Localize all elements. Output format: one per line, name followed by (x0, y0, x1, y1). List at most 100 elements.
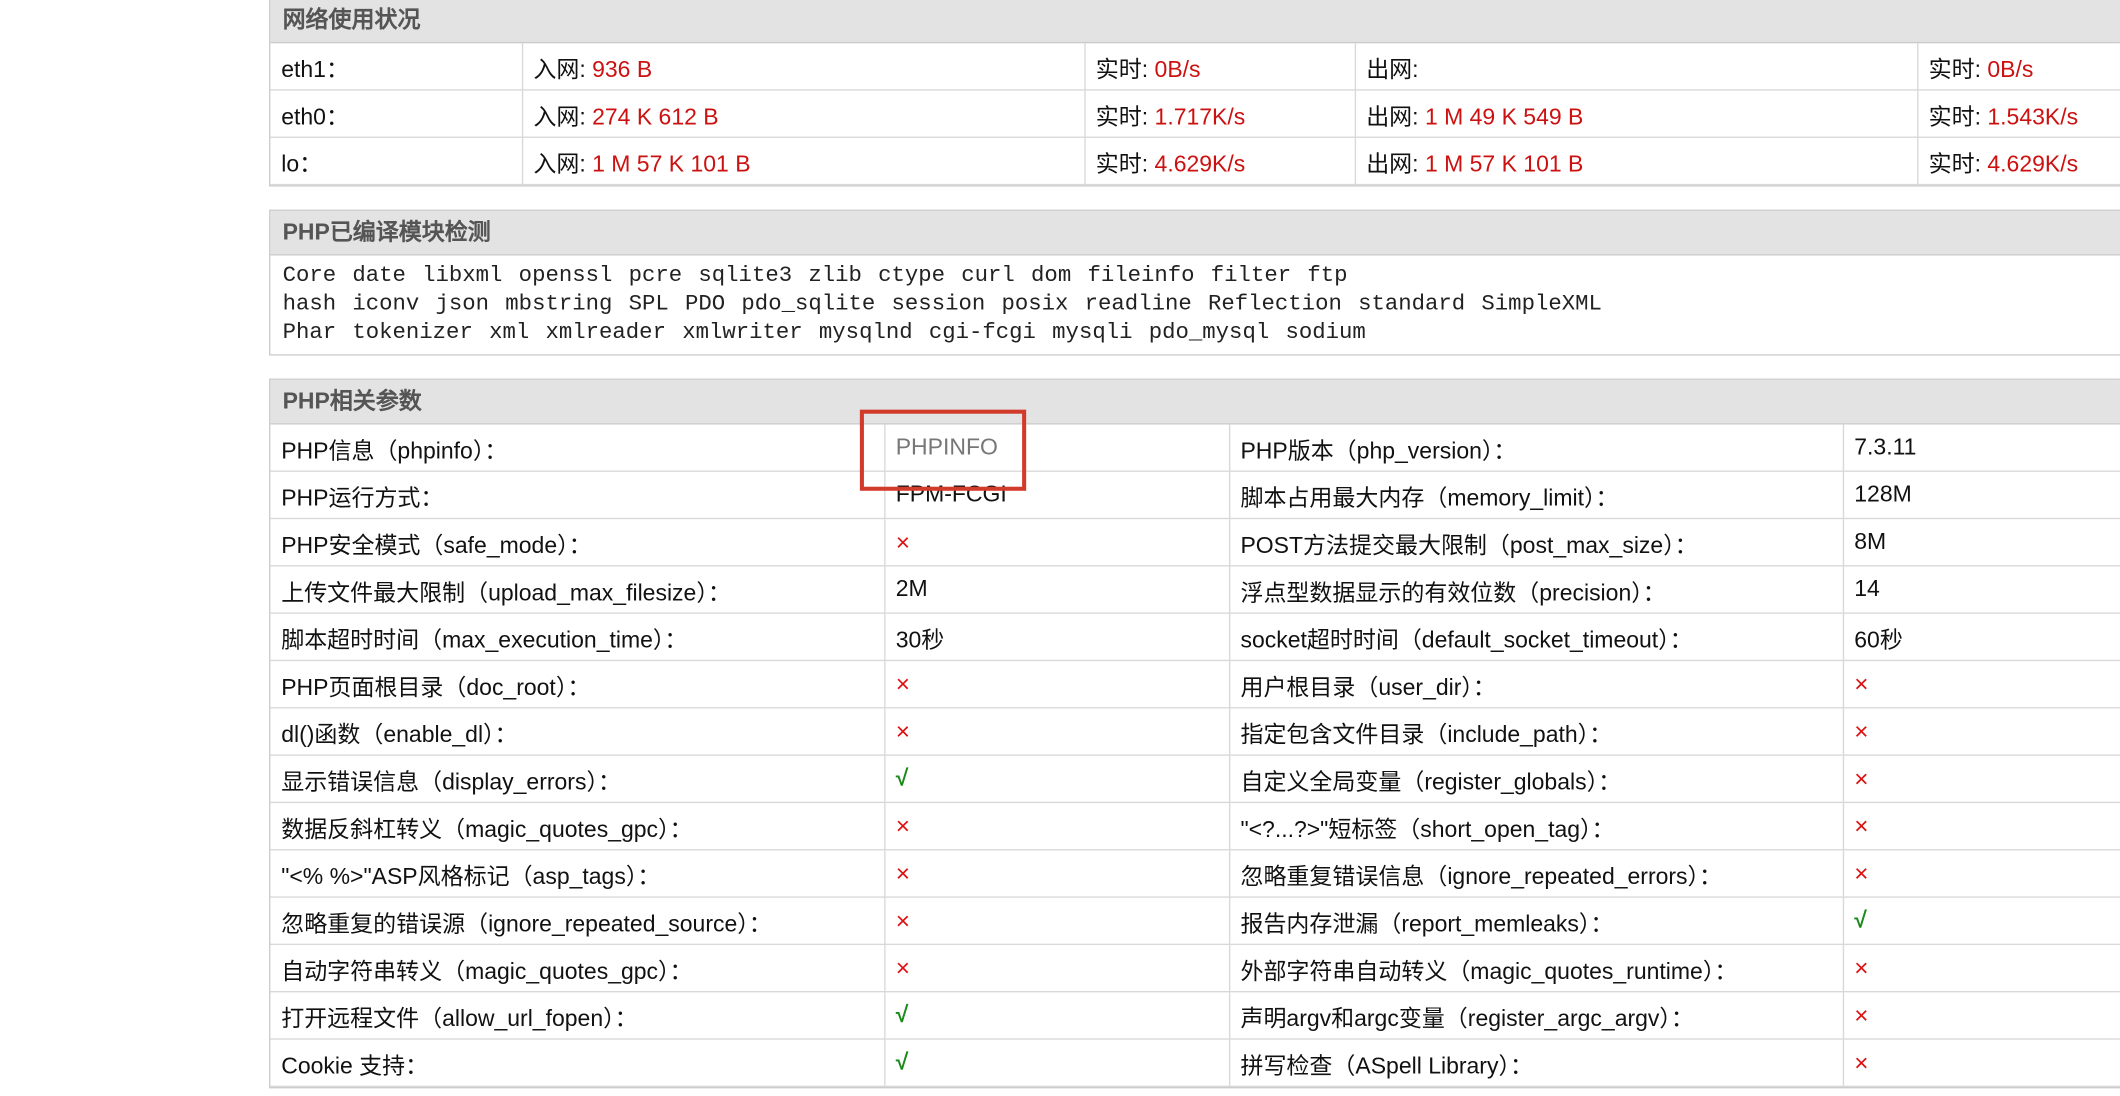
param-row: 忽略重复的错误源（ignore_repeated_source）： × 报告内存泄漏… (270, 896, 2120, 946)
compiled-modules-panel: PHP已编译模块检测 Core date libxml openssl pcre sqli… (269, 209, 2120, 356)
param-label: 外部字符串自动转义（magic_quotes_runtime）： (1228, 943, 1844, 993)
outbound-rate-cell: 实时: 4.629K/s (1916, 136, 2120, 186)
outbound-value: 1 M 49 K 549 B (1424, 103, 1584, 130)
outbound-cell: 出网: (1354, 43, 1918, 91)
module-name: Reflection (1207, 290, 1342, 317)
param-row: 自动字符串转义（magic_quotes_gpc）： × 外部字符串自动转义（mag… (270, 943, 2120, 993)
check-icon: √ (1854, 907, 1867, 933)
outbound-rate-label: 实时: (1928, 103, 1988, 130)
param-value: 60秒 (1854, 626, 1903, 653)
module-name: hash (282, 290, 337, 317)
phpinfo-link[interactable]: PHPINFO (896, 434, 998, 460)
param-value-cell: × (1842, 849, 2120, 898)
param-value: 30秒 (895, 626, 945, 653)
param-label: PHP运行方式： (270, 470, 885, 520)
module-name: ftp (1307, 262, 1348, 288)
outbound-rate-value: 0B/s (1987, 56, 2034, 82)
module-name: zlib (808, 262, 862, 288)
param-value-cell: × (1842, 801, 2120, 851)
cross-icon: × (895, 811, 910, 839)
network-usage-panel: 网络使用状况 eth1： 入网: 936 B 实时: 0B/s 出网: 实时: 0B/… (269, 0, 2120, 187)
module-name: mysqlnd (818, 319, 913, 345)
module-name: cgi-fcgi (928, 319, 1036, 345)
outbound-rate-cell: 实时: 1.543K/s (1916, 89, 2120, 138)
module-name: dom (1031, 262, 1072, 288)
param-label: "<?...?>"短标签（short_open_tag）： (1228, 801, 1844, 851)
param-label: PHP信息（phpinfo）： (270, 424, 885, 472)
outbound-cell: 出网: 1 M 49 K 549 B (1354, 89, 1918, 138)
param-label: 报告内存泄漏（report_memleaks）： (1228, 896, 1844, 946)
module-name: xmlreader (545, 319, 666, 345)
check-icon: √ (895, 1001, 909, 1028)
param-value-cell: × (883, 943, 1230, 993)
param-row: "<% %>"ASP风格标记（asp_tags）： × 忽略重复错误信息（ignor… (270, 849, 2120, 898)
outbound-rate-label: 实时: (1928, 150, 1988, 177)
module-name: posix (1001, 290, 1069, 317)
module-name: tokenizer (352, 319, 473, 345)
param-label: socket超时时间（default_socket_timeout）： (1228, 612, 1844, 662)
cross-icon: × (895, 527, 910, 555)
module-name: openssl (518, 262, 613, 288)
param-row: 打开远程文件（allow_url_fopen）： √ 声明argv和argc变量（r… (270, 991, 2120, 1040)
inbound-label: 入网: (533, 103, 593, 130)
param-value: 8M (1854, 528, 1887, 555)
param-label: 数据反斜杠转义（magic_quotes_gpc）： (270, 801, 885, 851)
module-name: mbstring (505, 290, 613, 317)
module-name: fileinfo (1087, 262, 1195, 288)
network-usage-table: eth1： 入网: 936 B 实时: 0B/s 出网: 实时: 0B/s eth0：入… (270, 43, 2120, 186)
param-row: 显示错误信息（display_errors）： √ 自定义全局变量（register… (270, 754, 2120, 804)
param-value-cell: √ (1842, 896, 2120, 946)
inbound-rate-value: 4.629K/s (1154, 150, 1246, 177)
param-value: 7.3.11 (1854, 433, 1917, 460)
param-label: 上传文件最大限制（upload_max_filesize）： (270, 565, 885, 614)
module-name: mysqli (1052, 319, 1133, 345)
outbound-label: 出网: (1366, 103, 1425, 130)
cross-icon: × (895, 669, 910, 697)
param-value-cell: 60秒 (1842, 612, 2120, 662)
param-value: 14 (1854, 575, 1880, 602)
module-name: session (891, 290, 986, 317)
network-usage-title: 网络使用状况 (270, 0, 2120, 44)
cross-icon: × (1854, 717, 1869, 745)
param-value-cell: PHPINFO (883, 424, 1230, 472)
module-name: ctype (878, 262, 946, 288)
php-params-table: PHP信息（phpinfo）： PHPINFO PHP版本（php_version）… (270, 424, 2120, 1088)
inbound-cell: 入网: 274 K 612 B (521, 89, 1085, 138)
param-value-cell: 8M (1842, 517, 2120, 567)
param-value-cell: × (1842, 707, 2120, 756)
param-row: PHP信息（phpinfo）： PHPINFO PHP版本（php_version）… (270, 424, 2120, 472)
module-name: SPL (628, 290, 669, 317)
param-value-cell: × (883, 659, 1230, 709)
param-value-cell: × (883, 707, 1230, 756)
outbound-label: 出网: (1366, 150, 1425, 177)
module-name: filter (1210, 262, 1292, 288)
module-name: Core (282, 262, 337, 288)
inbound-cell: 入网: 936 B (521, 43, 1085, 91)
param-row: PHP运行方式： FPM-FCGI 脚本占用最大内存（memory_limit）： 1… (270, 470, 2120, 520)
param-label: "<% %>"ASP风格标记（asp_tags）： (270, 849, 885, 898)
param-label: PHP页面根目录（doc_root）： (270, 659, 885, 709)
param-row: 上传文件最大限制（upload_max_filesize）： 2M 浮点型数据显示的… (270, 565, 2120, 614)
param-row: PHP安全模式（safe_mode）： × POST方法提交最大限制（post_ma… (270, 517, 2120, 567)
module-name: date (352, 262, 406, 288)
outbound-rate-cell: 实时: 0B/s (1916, 43, 2120, 91)
param-value-cell: × (1842, 991, 2120, 1040)
module-name: pcre (628, 262, 683, 288)
cross-icon: × (1854, 953, 1869, 981)
cross-icon: × (895, 953, 910, 981)
module-line: Core date libxml openssl pcre sqlite3 zlib ctyp… (283, 261, 2120, 289)
param-value-cell: × (883, 517, 1230, 567)
inbound-rate-value: 0B/s (1154, 56, 1201, 82)
cross-icon: × (1854, 811, 1869, 839)
network-row: lo： 入网: 1 M 57 K 101 B 实时: 4.629K/s 出网: 1 M… (270, 136, 2120, 186)
inbound-rate-cell: 实时: 1.717K/s (1083, 89, 1356, 138)
param-label: Cookie 支持： (270, 1038, 885, 1088)
param-label: 脚本占用最大内存（memory_limit）： (1228, 470, 1844, 520)
param-value-cell: 2M (883, 565, 1230, 614)
param-label: 显示错误信息（display_errors）： (270, 754, 885, 804)
module-list: Core date libxml openssl pcre sqlite3 zlib ctyp… (270, 256, 2120, 355)
module-name: PDO (685, 290, 726, 317)
param-value-cell: × (883, 849, 1230, 898)
inbound-value: 1 M 57 K 101 B (592, 150, 751, 177)
param-row: PHP页面根目录（doc_root）： × 用户根目录（user_dir）： × (270, 659, 2120, 709)
